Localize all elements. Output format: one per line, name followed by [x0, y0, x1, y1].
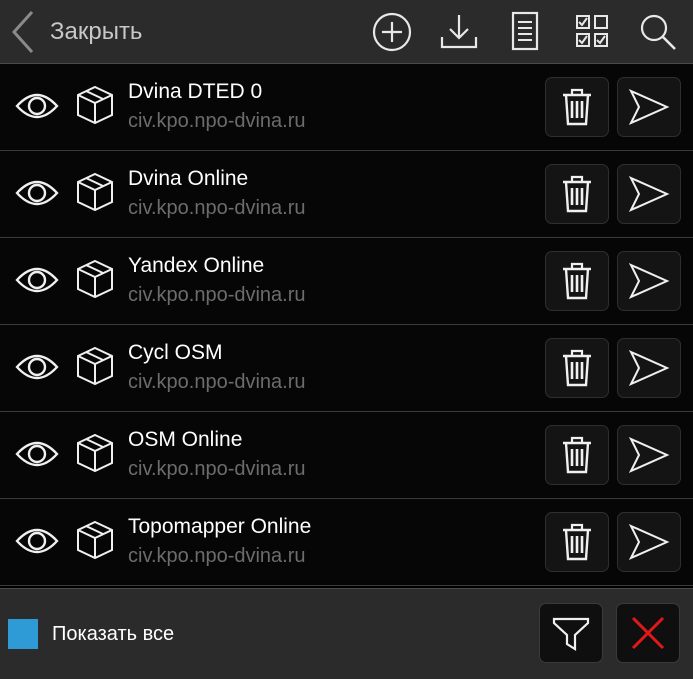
send-arrow-icon: [628, 175, 670, 213]
trash-icon: [563, 523, 591, 561]
delete-button[interactable]: [545, 251, 609, 311]
trash-icon: [563, 262, 591, 300]
list-item[interactable]: Dvina DTED 0 civ.kpo.npo-dvina.ru: [0, 64, 693, 151]
send-arrow-icon: [628, 523, 670, 561]
add-icon[interactable]: [370, 10, 414, 54]
delete-button[interactable]: [545, 77, 609, 137]
download-icon[interactable]: [437, 10, 481, 54]
footer-bar: Показать все: [0, 588, 693, 679]
trash-icon: [563, 349, 591, 387]
send-arrow-icon: [628, 262, 670, 300]
source-name: Topomapper Online: [128, 515, 312, 538]
close-back-button[interactable]: Закрыть: [10, 6, 200, 58]
send-button[interactable]: [617, 338, 681, 398]
send-arrow-icon: [628, 88, 670, 126]
source-name: Cycl OSM: [128, 341, 223, 364]
eye-icon[interactable]: [14, 521, 60, 561]
search-icon[interactable]: [636, 10, 680, 54]
package-cube-icon: [77, 520, 113, 560]
send-arrow-icon: [628, 436, 670, 474]
send-button[interactable]: [617, 425, 681, 485]
eye-icon[interactable]: [14, 86, 60, 126]
eye-icon[interactable]: [14, 347, 60, 387]
send-button[interactable]: [617, 164, 681, 224]
list-item[interactable]: Yandex Online civ.kpo.npo-dvina.ru: [0, 238, 693, 325]
eye-icon[interactable]: [14, 173, 60, 213]
show-all-toggle[interactable]: Показать все: [8, 619, 174, 649]
delete-button[interactable]: [545, 164, 609, 224]
source-url: civ.kpo.npo-dvina.ru: [128, 371, 306, 393]
list-item[interactable]: OSM Online civ.kpo.npo-dvina.ru: [0, 412, 693, 499]
package-cube-icon: [77, 433, 113, 473]
map-sources-panel: Закрыть Dvina DTED 0 civ.kpo.npo-dvina.r…: [0, 0, 693, 679]
back-label: Закрыть: [50, 18, 143, 45]
filter-funnel-icon: [552, 617, 590, 651]
source-name: OSM Online: [128, 428, 243, 451]
map-source-list: Dvina DTED 0 civ.kpo.npo-dvina.ru Dvina …: [0, 64, 693, 588]
chevron-left-icon: [11, 10, 34, 54]
filter-button[interactable]: [539, 603, 603, 663]
show-all-checkbox[interactable]: [8, 619, 38, 649]
close-button[interactable]: [616, 603, 680, 663]
package-cube-icon: [77, 85, 113, 125]
list-item[interactable]: Dvina Online civ.kpo.npo-dvina.ru: [0, 151, 693, 238]
document-icon[interactable]: [503, 10, 547, 54]
source-url: civ.kpo.npo-dvina.ru: [128, 110, 306, 132]
send-arrow-icon: [628, 349, 670, 387]
select-grid-icon[interactable]: [570, 10, 614, 54]
delete-button[interactable]: [545, 512, 609, 572]
source-url: civ.kpo.npo-dvina.ru: [128, 458, 306, 480]
show-all-label: Показать все: [52, 622, 175, 645]
send-button[interactable]: [617, 512, 681, 572]
source-url: civ.kpo.npo-dvina.ru: [128, 545, 306, 567]
package-cube-icon: [77, 259, 113, 299]
package-cube-icon: [77, 172, 113, 212]
source-name: Dvina Online: [128, 167, 249, 190]
package-cube-icon: [77, 346, 113, 386]
list-item[interactable]: Cycl OSM civ.kpo.npo-dvina.ru: [0, 325, 693, 412]
eye-icon[interactable]: [14, 434, 60, 474]
send-button[interactable]: [617, 251, 681, 311]
delete-button[interactable]: [545, 338, 609, 398]
source-url: civ.kpo.npo-dvina.ru: [128, 284, 306, 306]
header-bar: Закрыть: [0, 0, 693, 64]
delete-button[interactable]: [545, 425, 609, 485]
source-name: Dvina DTED 0: [128, 80, 263, 103]
trash-icon: [563, 88, 591, 126]
close-x-icon: [631, 616, 665, 650]
source-url: civ.kpo.npo-dvina.ru: [128, 197, 306, 219]
trash-icon: [563, 175, 591, 213]
trash-icon: [563, 436, 591, 474]
send-button[interactable]: [617, 77, 681, 137]
list-item[interactable]: Topomapper Online civ.kpo.npo-dvina.ru: [0, 499, 693, 586]
eye-icon[interactable]: [14, 260, 60, 300]
source-name: Yandex Online: [128, 254, 265, 277]
